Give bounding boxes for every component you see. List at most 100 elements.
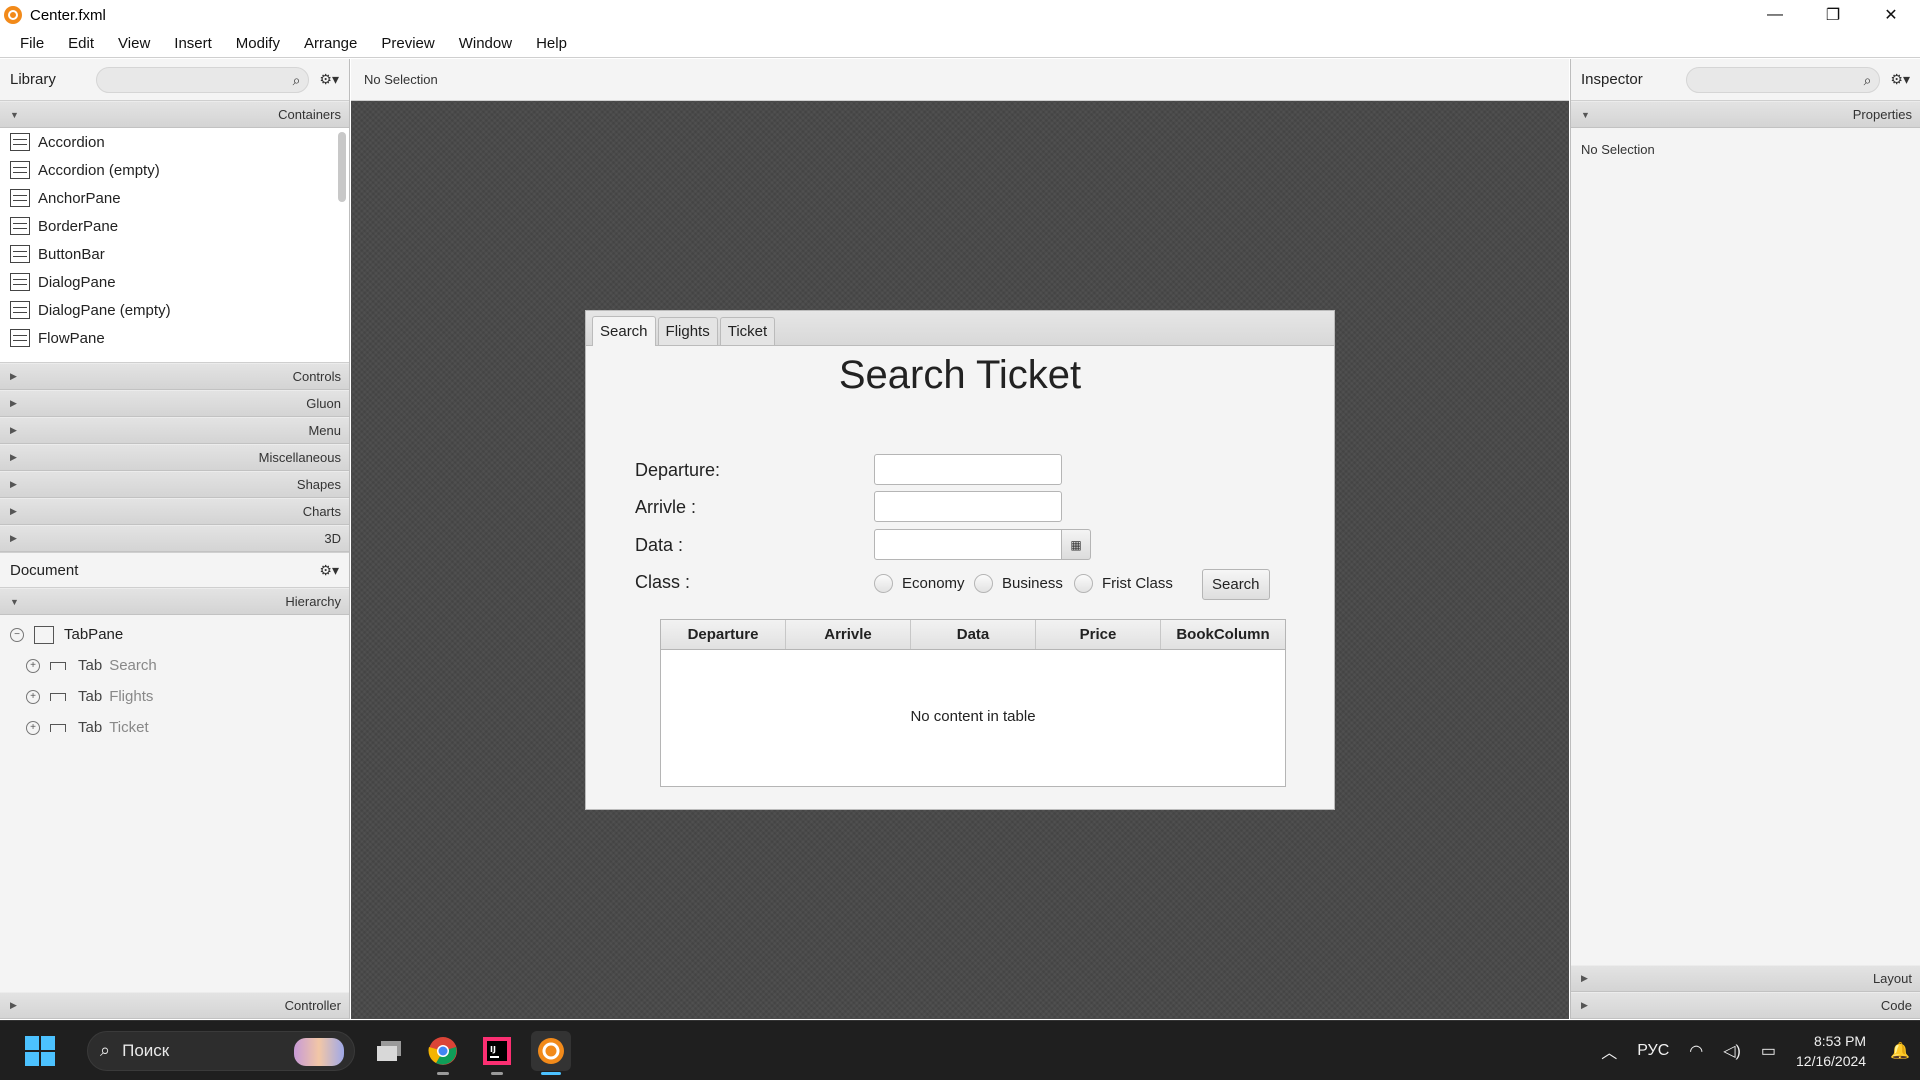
menu-help[interactable]: Help xyxy=(524,35,579,52)
section-label: Shapes xyxy=(296,477,341,492)
tree-row-tab[interactable]: + Tab Ticket xyxy=(0,712,349,743)
menu-insert[interactable]: Insert xyxy=(162,35,224,52)
inspector-gear-icon[interactable]: ⚙▾ xyxy=(1890,71,1910,88)
expand-triangle-icon: ▶ xyxy=(10,371,17,381)
close-button[interactable]: ✕ xyxy=(1862,0,1920,30)
expand-icon[interactable]: + xyxy=(26,689,40,704)
radio-circle[interactable] xyxy=(974,574,993,593)
controller-section: ▶ Controller xyxy=(0,992,349,1019)
section-properties[interactable]: ▼ Properties xyxy=(1571,101,1920,128)
scene-builder-taskbar-icon[interactable] xyxy=(531,1030,571,1075)
tab-icon xyxy=(50,723,66,732)
library-item[interactable]: ButtonBar xyxy=(0,240,349,268)
library-search-input[interactable]: ⌕ xyxy=(95,66,310,93)
column-date[interactable]: Data xyxy=(911,620,1036,649)
radio-circle[interactable] xyxy=(874,574,893,593)
section-gluon[interactable]: ▶ Gluon xyxy=(0,390,349,417)
tab-search[interactable]: Search xyxy=(592,316,656,346)
task-view-icon[interactable] xyxy=(369,1031,409,1071)
library-item[interactable]: DialogPane (empty) xyxy=(0,296,349,324)
tabpane-preview[interactable]: Search Flights Ticket Search Ticket Depa… xyxy=(585,310,1335,810)
menu-edit[interactable]: Edit xyxy=(56,35,106,52)
column-departure[interactable]: Departure xyxy=(661,620,786,649)
section-label: Charts xyxy=(302,504,341,519)
taskbar-search[interactable]: ⌕ Поиск xyxy=(87,1030,355,1071)
tree-row-tab[interactable]: + Tab Flights xyxy=(0,681,349,712)
collapse-triangle-icon: ▼ xyxy=(1581,109,1590,120)
departure-field[interactable] xyxy=(874,454,1062,485)
section-3d[interactable]: ▶ 3D xyxy=(0,525,349,552)
language-indicator[interactable]: РУС xyxy=(1637,1042,1669,1060)
minimize-button[interactable]: — xyxy=(1746,0,1804,30)
section-controls[interactable]: ▶ Controls xyxy=(0,363,349,390)
clock[interactable]: 8:53 PM 12/16/2024 xyxy=(1796,1031,1866,1071)
tree-row-tab[interactable]: + Tab Search xyxy=(0,650,349,681)
running-indicator xyxy=(437,1071,449,1075)
arrival-field[interactable] xyxy=(874,491,1062,522)
page-title: Search Ticket xyxy=(838,353,1082,397)
section-charts[interactable]: ▶ Charts xyxy=(0,498,349,525)
menu-modify[interactable]: Modify xyxy=(224,35,292,52)
tab-ticket[interactable]: Ticket xyxy=(719,317,776,345)
restore-button[interactable]: ❐ xyxy=(1804,0,1862,30)
column-arrival[interactable]: Arrivle xyxy=(786,620,911,649)
date-field[interactable] xyxy=(874,529,1062,560)
section-menu[interactable]: ▶ Menu xyxy=(0,417,349,444)
radio-circle[interactable] xyxy=(1074,574,1093,593)
windows-start-icon[interactable] xyxy=(25,1035,55,1066)
tree-name: Flights xyxy=(109,688,154,705)
tab-flights[interactable]: Flights xyxy=(657,317,718,345)
intellij-icon[interactable]: IJ xyxy=(477,1031,517,1075)
menu-arrange[interactable]: Arrange xyxy=(292,35,369,52)
section-layout[interactable]: ▶ Layout xyxy=(1571,965,1920,992)
menu-preview[interactable]: Preview xyxy=(369,35,446,52)
window-controls: — ❐ ✕ xyxy=(1746,0,1920,30)
menu-window[interactable]: Window xyxy=(447,35,524,52)
chevron-up-icon[interactable]: ︿ xyxy=(1601,1039,1617,1063)
section-miscellaneous[interactable]: ▶ Miscellaneous xyxy=(0,444,349,471)
section-label: Controller xyxy=(284,998,341,1013)
menu-file[interactable]: File xyxy=(8,35,56,52)
notification-bell-icon[interactable]: 🔔 xyxy=(1890,1041,1910,1061)
expand-icon[interactable]: + xyxy=(26,658,40,673)
library-item[interactable]: FlowPane xyxy=(0,324,349,352)
calendar-icon[interactable]: ▦ xyxy=(1061,529,1091,560)
library-gear-icon[interactable]: ⚙▾ xyxy=(319,71,339,88)
chrome-icon[interactable] xyxy=(423,1031,463,1075)
section-hierarchy[interactable]: ▼ Hierarchy xyxy=(0,588,349,615)
battery-icon[interactable]: ▭ xyxy=(1761,1041,1776,1061)
section-label: Controls xyxy=(292,369,341,384)
section-code[interactable]: ▶ Code xyxy=(1571,992,1920,1019)
volume-icon[interactable]: ◁) xyxy=(1723,1041,1741,1061)
radio-first-class[interactable]: Frist Class xyxy=(1074,574,1173,593)
section-label: Properties xyxy=(1852,107,1912,122)
library-item[interactable]: BorderPane xyxy=(0,212,349,240)
section-shapes[interactable]: ▶ Shapes xyxy=(0,471,349,498)
left-panel: Library ⌕ ⚙▾ ▼ Containers Accordion Acco… xyxy=(0,59,350,1019)
section-controller[interactable]: ▶ Controller xyxy=(0,992,349,1019)
borderpane-icon xyxy=(10,217,30,235)
wifi-icon[interactable]: ◠ xyxy=(1689,1041,1703,1061)
collapse-icon[interactable]: − xyxy=(10,627,24,642)
menu-view[interactable]: View xyxy=(106,35,162,52)
library-item[interactable]: Accordion xyxy=(0,128,349,156)
expand-icon[interactable]: + xyxy=(26,720,40,735)
anchorpane-icon xyxy=(10,189,30,207)
inspector-search-input[interactable]: ⌕ xyxy=(1685,66,1881,93)
library-item-label: DialogPane xyxy=(38,273,116,291)
library-item[interactable]: Accordion (empty) xyxy=(0,156,349,184)
accordion-icon xyxy=(10,133,30,151)
results-table[interactable]: Departure Arrivle Data Price BookColumn … xyxy=(660,619,1286,787)
tree-row-tabpane[interactable]: − TabPane xyxy=(0,619,349,650)
radio-business[interactable]: Business xyxy=(974,574,1063,593)
library-scrollbar[interactable] xyxy=(338,132,346,202)
column-book[interactable]: BookColumn xyxy=(1161,620,1285,649)
radio-economy[interactable]: Economy xyxy=(874,574,965,593)
table-header: Departure Arrivle Data Price BookColumn xyxy=(661,620,1285,650)
library-item[interactable]: AnchorPane xyxy=(0,184,349,212)
library-item[interactable]: DialogPane xyxy=(0,268,349,296)
section-containers[interactable]: ▼ Containers xyxy=(0,101,349,128)
column-price[interactable]: Price xyxy=(1036,620,1161,649)
search-button[interactable]: Search xyxy=(1202,569,1270,600)
document-gear-icon[interactable]: ⚙▾ xyxy=(319,562,339,579)
